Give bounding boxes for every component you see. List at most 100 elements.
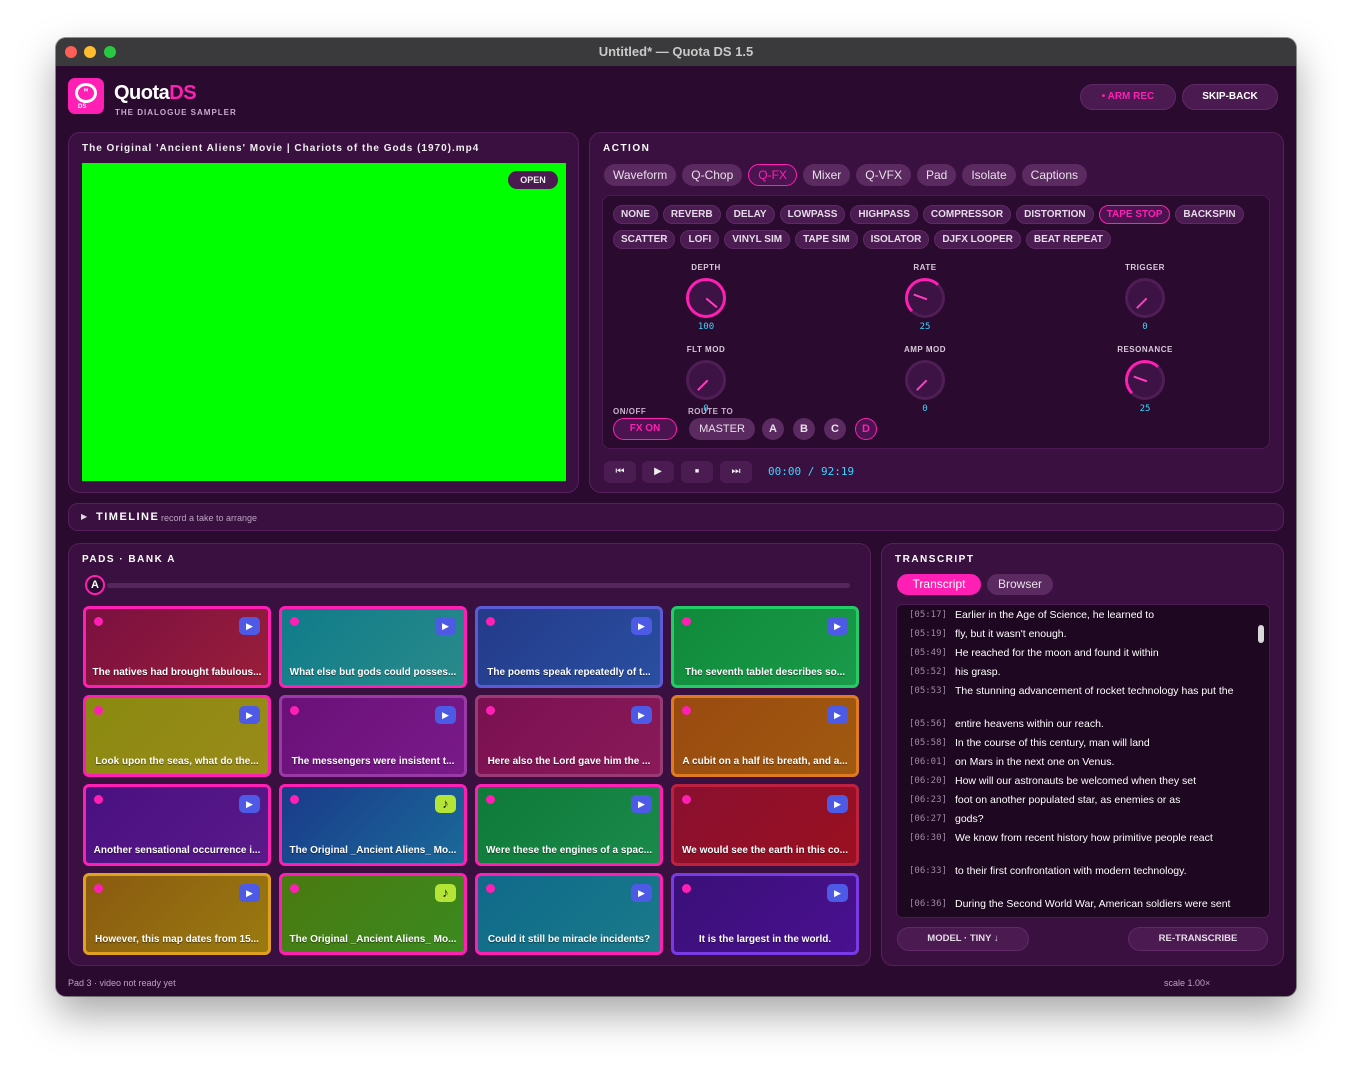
route-a-button[interactable]: A	[762, 418, 784, 440]
route-master-button[interactable]: MASTER	[689, 418, 755, 440]
transcript-line[interactable]: [06:27] gods?	[909, 812, 1255, 826]
timeline-bar[interactable]: ▶ TIMELINE record a take to arrange	[68, 503, 1284, 531]
transcript-line[interactable]: [06:23] foot on another populated star, a…	[909, 793, 1255, 807]
knob-rate[interactable]: RATE 25	[885, 263, 965, 332]
fx-distortion-button[interactable]: DISTORTION	[1016, 205, 1094, 224]
transcript-line[interactable]: [05:52] his grasp.	[909, 665, 1255, 679]
tab-waveform[interactable]: Waveform	[604, 164, 677, 186]
knob-amp-mod[interactable]: AMP MOD 0	[885, 345, 965, 414]
expand-arrow-icon[interactable]: ▶	[81, 512, 87, 521]
fx-isolator-button[interactable]: ISOLATOR	[862, 230, 930, 249]
transcript-line[interactable]: [05:49] He reached for the moon and found…	[909, 646, 1255, 660]
fx-none-button[interactable]: NONE	[613, 205, 658, 224]
transcript-line[interactable]: [06:01] on Mars in the next one on Venus.	[909, 755, 1255, 769]
pad-12[interactable]: ▶ We would see the earth in this co...	[671, 784, 859, 866]
music-note-icon[interactable]: ♪	[435, 884, 456, 902]
fx-vinyl-sim-button[interactable]: VINYL SIM	[724, 230, 791, 249]
trigger-dial[interactable]	[1125, 278, 1165, 318]
video-screen[interactable]: OPEN	[82, 163, 566, 481]
transcript-line[interactable]: [05:56] entire heavens within our reach.	[909, 717, 1255, 731]
transcript-line[interactable]: [06:30] We know from recent history how p…	[909, 831, 1255, 845]
fx-delay-button[interactable]: DELAY	[725, 205, 775, 224]
transcript-line[interactable]: [05:19] fly, but it wasn't enough.	[909, 627, 1255, 641]
play-icon[interactable]: ▶	[631, 884, 652, 902]
play-icon[interactable]: ▶	[827, 884, 848, 902]
minimize-window-button[interactable]	[84, 46, 96, 58]
fx-lowpass-button[interactable]: LOWPASS	[779, 205, 846, 224]
pad-5[interactable]: ▶ Look upon the seas, what do the...	[83, 695, 271, 777]
play-icon[interactable]: ▶	[827, 795, 848, 813]
play-icon[interactable]: ▶	[827, 706, 848, 724]
route-b-button[interactable]: B	[793, 418, 815, 440]
play-icon[interactable]: ▶	[631, 795, 652, 813]
resonance-dial[interactable]	[1125, 360, 1165, 400]
knob-resonance[interactable]: RESONANCE 25	[1105, 345, 1185, 414]
pad-2[interactable]: ▶ What else but gods could posses...	[279, 606, 467, 688]
tab-isolate[interactable]: Isolate	[962, 164, 1016, 186]
play-icon[interactable]: ▶	[827, 617, 848, 635]
play-icon[interactable]: ▶	[239, 706, 260, 724]
tab-q-vfx[interactable]: Q-VFX	[856, 164, 911, 186]
pad-3[interactable]: ▶ The poems speak repeatedly of t...	[475, 606, 663, 688]
route-c-button[interactable]: C	[824, 418, 846, 440]
pad-1[interactable]: ▶ The natives had brought fabulous...	[83, 606, 271, 688]
play-icon[interactable]: ▶	[435, 617, 456, 635]
play-button[interactable]: ▶	[642, 461, 674, 483]
zoom-window-button[interactable]	[104, 46, 116, 58]
flt-mod-dial[interactable]	[686, 360, 726, 400]
pad-15[interactable]: ▶ Could it still be miracle incidents?	[475, 873, 663, 955]
pad-6[interactable]: ▶ The messengers were insistent t...	[279, 695, 467, 777]
tab-q-chop[interactable]: Q-Chop	[682, 164, 743, 186]
play-icon[interactable]: ▶	[239, 884, 260, 902]
tab-browser[interactable]: Browser	[987, 574, 1053, 595]
tab-transcript[interactable]: Transcript	[897, 574, 981, 595]
transcript-list[interactable]: [05:17] Earlier in the Age of Science, he…	[896, 604, 1270, 918]
pad-10[interactable]: ♪ The Original _Ancient Aliens_ Mo...	[279, 784, 467, 866]
rate-dial[interactable]	[905, 278, 945, 318]
play-icon[interactable]: ▶	[631, 706, 652, 724]
fx-reverb-button[interactable]: REVERB	[662, 205, 721, 224]
knob-trigger[interactable]: TRIGGER 0	[1105, 263, 1185, 332]
open-video-button[interactable]: OPEN	[508, 171, 558, 189]
transcript-line[interactable]: [05:17] Earlier in the Age of Science, he…	[909, 608, 1255, 622]
pad-14[interactable]: ♪ The Original _Ancient Aliens_ Mo...	[279, 873, 467, 955]
arm-rec-button[interactable]: • ARM REC	[1080, 84, 1176, 110]
fx-compressor-button[interactable]: COMPRESSOR	[922, 205, 1012, 224]
play-icon[interactable]: ▶	[631, 617, 652, 635]
route-d-button[interactable]: D	[855, 418, 877, 440]
knob-depth[interactable]: DEPTH 100	[666, 263, 746, 332]
tab-mixer[interactable]: Mixer	[802, 164, 851, 186]
transcript-scrollbar[interactable]	[1258, 625, 1264, 643]
amp-mod-dial[interactable]	[905, 360, 945, 400]
play-icon[interactable]: ▶	[239, 617, 260, 635]
fx-beat-repeat-button[interactable]: BEAT REPEAT	[1025, 230, 1111, 249]
fx-highpass-button[interactable]: HIGHPASS	[850, 205, 918, 224]
stop-button[interactable]: ■	[681, 461, 713, 483]
fx-on-toggle[interactable]: FX ON	[613, 418, 677, 440]
transcript-line[interactable]: [05:53] The stunning advancement of rocke…	[909, 684, 1255, 698]
skip-back-button[interactable]: SKIP-BACK	[1182, 84, 1278, 110]
pad-11[interactable]: ▶ Were these the engines of a spac...	[475, 784, 663, 866]
pad-9[interactable]: ▶ Another sensational occurrence i...	[83, 784, 271, 866]
depth-dial[interactable]	[686, 278, 726, 318]
pad-8[interactable]: ▶ A cubit on a half its breath, and a...	[671, 695, 859, 777]
pad-4[interactable]: ▶ The seventh tablet describes so...	[671, 606, 859, 688]
pad-7[interactable]: ▶ Here also the Lord gave him the ...	[475, 695, 663, 777]
play-icon[interactable]: ▶	[435, 706, 456, 724]
bank-selector[interactable]: A	[85, 575, 105, 595]
transcript-line[interactable]: [06:33] to their first confrontation with…	[909, 864, 1255, 878]
tab-pad[interactable]: Pad	[916, 164, 957, 186]
play-icon[interactable]: ▶	[239, 795, 260, 813]
fx-tape-sim-button[interactable]: TAPE SIM	[795, 230, 858, 249]
close-window-button[interactable]	[65, 46, 77, 58]
bank-slider[interactable]	[107, 583, 850, 588]
transcript-line[interactable]: [06:20] How will our astronauts be welcom…	[909, 774, 1255, 788]
re-transcribe-button[interactable]: RE-TRANSCRIBE	[1128, 927, 1268, 951]
pad-13[interactable]: ▶ However, this map dates from 15...	[83, 873, 271, 955]
fx-tape-stop-button[interactable]: TAPE STOP	[1098, 205, 1171, 224]
fx-djfx-looper-button[interactable]: DJFX LOOPER	[934, 230, 1021, 249]
knob-flt-mod[interactable]: FLT MOD 0	[666, 345, 746, 414]
tab-captions[interactable]: Captions	[1021, 164, 1088, 186]
tab-q-fx[interactable]: Q-FX	[748, 164, 797, 186]
rewind-button[interactable]: ⏮	[604, 461, 636, 483]
